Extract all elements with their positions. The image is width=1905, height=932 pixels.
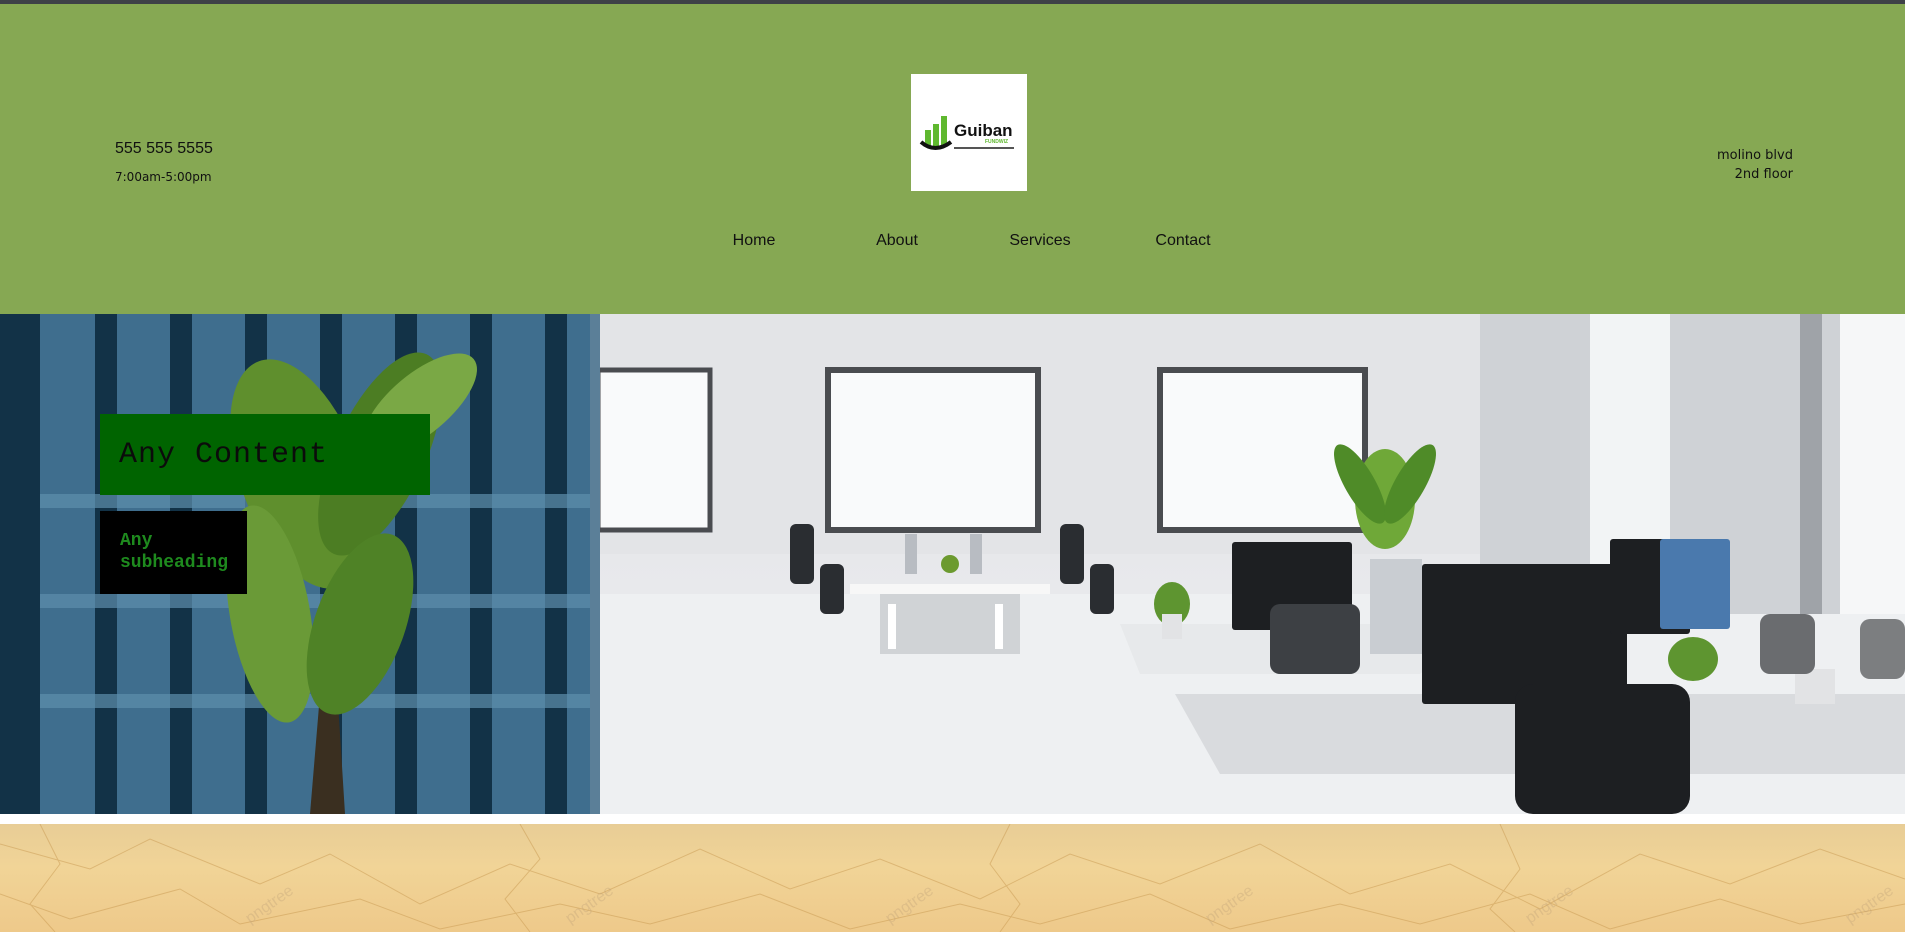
office-background-image [0,314,1905,814]
svg-text:pngtree: pngtree [243,882,297,927]
logo-name: Guiban [954,121,1013,140]
nav-contact[interactable]: Contact [1123,232,1243,250]
hero-title-box: Any Content [100,414,430,495]
nav-about[interactable]: About [837,232,957,250]
logo-chart-icon: Guiban FUNDWIZ [919,115,1014,150]
textured-background-section: pngtree pngtree pngtree pngtree pngtree … [0,824,1905,932]
hero-section: Any Content Any subheading [0,314,1905,814]
svg-text:pngtree: pngtree [1843,882,1897,927]
site-header: 555 555 5555 7:00am-5:00pm Guiban FUNDWI… [0,4,1905,314]
logo: Guiban FUNDWIZ [919,108,1019,158]
hero-subheading: Any subheading [120,531,229,573]
section-divider [0,814,1905,824]
nav-services[interactable]: Services [980,232,1100,250]
svg-text:pngtree: pngtree [883,882,937,927]
hero-subheading-box: Any subheading [100,511,247,594]
address-line-1: molino blvd [1717,148,1793,163]
svg-text:pngtree: pngtree [1203,882,1257,927]
main-nav: Home About Services Contact [0,232,1905,254]
nav-home[interactable]: Home [694,232,814,250]
address-line-2: 2nd floor [1734,167,1793,182]
phone-number: 555 555 5555 [115,140,213,157]
logo-link[interactable]: Guiban FUNDWIZ [911,74,1027,191]
logo-subname: FUNDWIZ [985,139,1008,145]
business-hours: 7:00am-5:00pm [115,170,212,184]
hero-title: Any Content [119,437,329,472]
address: molino blvd 2nd floor [1717,146,1793,184]
svg-text:pngtree: pngtree [563,882,617,927]
paper-texture: pngtree pngtree pngtree pngtree pngtree … [0,824,1905,932]
